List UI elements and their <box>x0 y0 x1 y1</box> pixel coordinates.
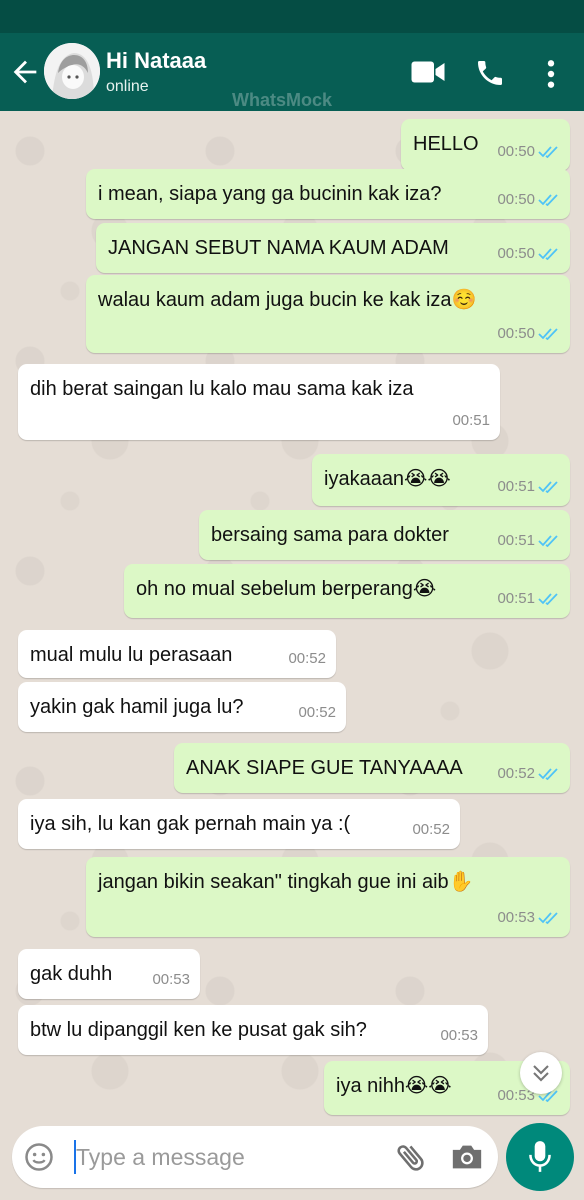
avatar-drawing-icon <box>44 43 100 99</box>
watermark: WhatsMock <box>232 90 333 110</box>
double-check-icon <box>538 146 558 159</box>
message-bubble-incoming[interactable]: dih berat saingan lu kalo mau sama kak i… <box>18 364 500 440</box>
double-check-icon <box>538 248 558 261</box>
message-bubble-incoming[interactable]: iya sih, lu kan gak pernah main ya :( 00… <box>18 799 460 849</box>
message-bubble-outgoing[interactable]: i mean, siapa yang ga bucinin kak iza? 0… <box>86 169 570 219</box>
message-bubble-outgoing[interactable]: iyakaaan😭😭 00:51 <box>312 454 570 506</box>
message-input[interactable] <box>76 1138 376 1176</box>
message-time: 00:51 <box>497 478 535 495</box>
camera-icon[interactable] <box>450 1142 484 1172</box>
message-bubble-outgoing[interactable]: bersaing sama para dokter 00:51 <box>199 510 570 560</box>
message-time: 00:50 <box>497 325 535 342</box>
double-check-icon <box>538 481 558 494</box>
message-text: dih berat saingan lu kalo mau sama kak i… <box>30 378 414 400</box>
message-time: 00:53 <box>152 971 190 988</box>
message-time: 00:51 <box>497 532 535 549</box>
message-bubble-outgoing[interactable]: oh no mual sebelum berperang😭 00:51 <box>124 564 570 618</box>
scroll-to-bottom-button[interactable] <box>520 1052 562 1094</box>
back-arrow-icon[interactable] <box>8 55 42 89</box>
message-composer <box>12 1126 498 1188</box>
message-time: 00:50 <box>497 143 535 160</box>
message-text: i mean, siapa yang ga bucinin kak iza? <box>98 183 442 205</box>
phone-icon[interactable] <box>474 57 506 89</box>
message-text: yakin gak hamil juga lu? <box>30 696 244 718</box>
message-text: gak duhh <box>30 963 113 985</box>
message-bubble-incoming[interactable]: btw lu dipanggil ken ke pusat gak sih? 0… <box>18 1005 488 1055</box>
paperclip-icon[interactable] <box>394 1140 428 1174</box>
double-check-icon <box>538 593 558 606</box>
message-time: 00:52 <box>298 704 336 721</box>
double-check-icon <box>538 328 558 341</box>
message-text: bersaing sama para dokter <box>211 524 449 546</box>
emoji-icon[interactable] <box>24 1142 54 1172</box>
message-bubble-outgoing[interactable]: jangan bikin seakan" tingkah gue ini aib… <box>86 857 570 937</box>
more-options-icon[interactable] <box>544 58 558 90</box>
avatar[interactable] <box>44 43 100 99</box>
message-text: HELLO <box>413 133 479 155</box>
chevron-double-down-icon <box>533 1065 549 1082</box>
double-check-icon <box>538 535 558 548</box>
message-text: btw lu dipanggil ken ke pusat gak sih? <box>30 1019 367 1041</box>
message-bubble-incoming[interactable]: mual mulu lu perasaan 00:52 <box>18 630 336 678</box>
message-text: jangan bikin seakan" tingkah gue ini aib… <box>98 871 474 893</box>
status-bar <box>0 0 584 33</box>
microphone-icon <box>529 1141 551 1172</box>
message-time: 00:51 <box>497 590 535 607</box>
voice-message-button[interactable] <box>506 1123 574 1191</box>
message-text: iya nihh😭😭 <box>336 1075 452 1097</box>
message-text: walau kaum adam juga bucin ke kak iza☺️ <box>98 289 477 311</box>
message-text: ANAK SIAPE GUE TANYAAAA <box>186 757 463 779</box>
message-text: iya sih, lu kan gak pernah main ya :( <box>30 813 351 835</box>
message-time: 00:52 <box>288 650 326 667</box>
message-bubble-outgoing[interactable]: HELLO 00:50 <box>401 119 570 171</box>
message-time: 00:50 <box>497 245 535 262</box>
chat-header: Hi Nataaa online WhatsMock <box>0 33 584 111</box>
message-list[interactable]: HELLO 00:50 i mean, siapa yang ga bucini… <box>0 111 584 1121</box>
message-time: 00:53 <box>440 1027 478 1044</box>
message-bubble-incoming[interactable]: gak duhh 00:53 <box>18 949 200 999</box>
message-time: 00:52 <box>497 765 535 782</box>
message-time: 00:51 <box>452 412 490 429</box>
contact-status: online <box>106 78 149 95</box>
message-bubble-outgoing[interactable]: JANGAN SEBUT NAMA KAUM ADAM 00:50 <box>96 223 570 273</box>
double-check-icon <box>538 768 558 781</box>
double-check-icon <box>538 194 558 207</box>
message-time: 00:52 <box>412 821 450 838</box>
message-text: JANGAN SEBUT NAMA KAUM ADAM <box>108 237 449 259</box>
message-bubble-incoming[interactable]: yakin gak hamil juga lu? 00:52 <box>18 682 346 732</box>
contact-name[interactable]: Hi Nataaa <box>106 48 206 74</box>
message-text: mual mulu lu perasaan <box>30 644 233 666</box>
double-check-icon <box>538 912 558 925</box>
message-text: iyakaaan😭😭 <box>324 468 451 490</box>
message-text: oh no mual sebelum berperang😭 <box>136 578 437 600</box>
message-bubble-outgoing[interactable]: walau kaum adam juga bucin ke kak iza☺️ … <box>86 275 570 353</box>
message-time: 00:50 <box>497 191 535 208</box>
video-call-icon[interactable] <box>410 57 446 87</box>
message-time: 00:53 <box>497 909 535 926</box>
message-bubble-outgoing[interactable]: ANAK SIAPE GUE TANYAAAA 00:52 <box>174 743 570 793</box>
